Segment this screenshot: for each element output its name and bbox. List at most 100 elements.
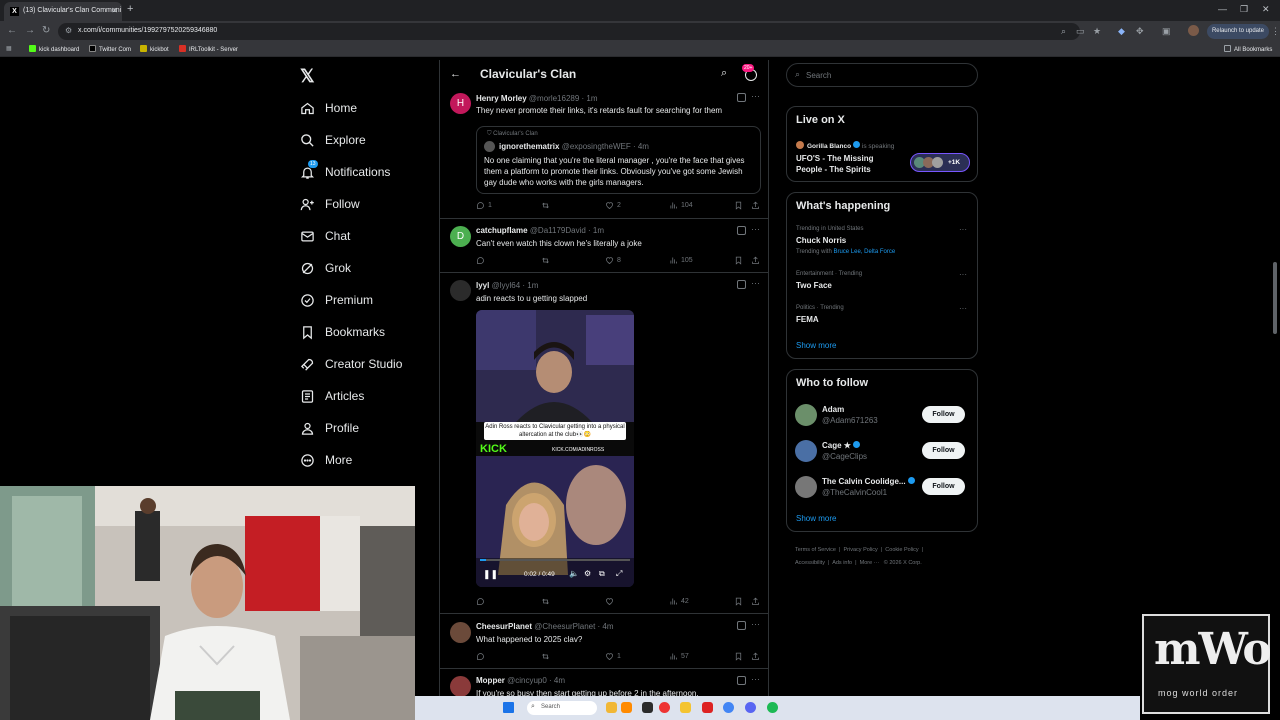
share-button[interactable] — [751, 652, 763, 661]
reply-button[interactable] — [476, 597, 488, 606]
video-progress[interactable] — [480, 559, 630, 561]
taskbar-search[interactable]: ⌕ Search — [527, 701, 597, 715]
quoted-post[interactable]: ⛉ Clavicular's Clan ignorethematrix @exp… — [476, 126, 761, 194]
space-title-line1[interactable]: UFO'S - The Missing — [796, 154, 873, 163]
post-author[interactable]: Henry Morley @morle16289 · 1m — [476, 94, 598, 103]
repost-button[interactable] — [541, 652, 553, 661]
follow-button[interactable]: Follow — [922, 478, 965, 495]
app-icon[interactable] — [621, 702, 632, 713]
post-item[interactable]: CheesurPlanet @CheesurPlanet · 4m ··· Wh… — [440, 614, 768, 669]
obs-icon[interactable] — [659, 702, 670, 713]
search-input[interactable]: ⌕ Search — [786, 63, 978, 87]
post-author[interactable]: catchupflame @Da1179David · 1m — [476, 226, 604, 235]
share-button[interactable] — [751, 256, 763, 265]
search-icon[interactable]: ⌕ — [721, 67, 727, 80]
bookmark-irltoolkit[interactable]: IRLToolkit - Server — [179, 45, 238, 53]
post-item[interactable]: D catchupflame @Da1179David · 1m ··· Can… — [440, 219, 768, 273]
trend-item[interactable]: Trending in United States Chuck Norris T… — [787, 223, 977, 261]
like-button[interactable]: 1 — [605, 652, 621, 661]
relaunch-button[interactable]: Relaunch to update — [1207, 24, 1269, 39]
nav-bookmarks[interactable]: Bookmarks — [298, 319, 385, 345]
windows-start-icon[interactable] — [503, 702, 514, 713]
avatar[interactable]: D — [450, 226, 471, 247]
more-options-icon[interactable]: ··· — [751, 224, 760, 234]
more-options-icon[interactable]: ··· — [751, 674, 760, 684]
space-title-line2[interactable]: People - The Spirits — [796, 165, 871, 174]
more-options-icon[interactable]: ··· — [751, 278, 760, 288]
reply-button[interactable]: 1 — [476, 201, 492, 210]
nav-grok[interactable]: Grok — [298, 255, 351, 281]
bookmark-button[interactable] — [734, 256, 746, 265]
reply-button[interactable] — [476, 256, 488, 265]
browser-tab[interactable]: X (13) Clavicular's Clan Communi ✕ — [4, 2, 122, 21]
follow-button[interactable]: Follow — [922, 406, 965, 423]
more-options-icon[interactable]: ··· — [751, 91, 760, 101]
volume-icon[interactable]: 🔈 — [569, 569, 579, 578]
file-explorer-icon[interactable] — [606, 702, 617, 713]
zoom-icon[interactable]: ⌕ — [1061, 26, 1066, 37]
address-bar[interactable]: ⚙ x.com/i/communities/199279752025934688… — [58, 23, 1080, 40]
avatar[interactable] — [450, 676, 471, 697]
bookmark-kick-dashboard[interactable]: kick dashboard — [29, 45, 79, 53]
footer-link[interactable]: Cookie Policy — [885, 547, 918, 553]
video-player[interactable]: Adin Ross reacts to Clavicular getting i… — [476, 310, 634, 587]
follow-suggestion[interactable]: Adam @Adam671263 Follow — [787, 400, 977, 430]
grok-icon[interactable] — [737, 280, 746, 289]
views-button[interactable]: 57 — [669, 652, 689, 661]
sidepanel-icon[interactable]: ▣ — [1162, 26, 1171, 37]
trend-item[interactable]: Politics · Trending FEMA ··· — [787, 302, 977, 330]
app-icon[interactable] — [702, 702, 713, 713]
show-more-link[interactable]: Show more — [796, 341, 836, 350]
nav-more[interactable]: More — [298, 447, 352, 473]
trend-item[interactable]: Entertainment · Trending Two Face ··· — [787, 268, 977, 296]
more-options-icon[interactable]: ··· — [959, 225, 967, 234]
avatar[interactable] — [795, 476, 817, 498]
nav-follow[interactable]: Follow — [298, 191, 360, 217]
more-options-icon[interactable]: ··· — [959, 304, 967, 313]
post-author[interactable]: CheesurPlanet @CheesurPlanet · 4m — [476, 622, 614, 631]
x-logo-icon[interactable]: 𝕏 — [300, 66, 315, 87]
settings-icon[interactable]: ⚙ — [584, 569, 591, 578]
pause-icon[interactable]: ❚❚ — [483, 569, 498, 580]
footer-link[interactable]: Terms of Service — [795, 547, 836, 553]
nav-notifications[interactable]: 13 Notifications — [298, 159, 390, 185]
like-button[interactable] — [605, 597, 617, 606]
close-tab-icon[interactable]: ✕ — [111, 6, 118, 15]
footer-link[interactable]: Accessibility — [795, 560, 825, 566]
footer-link[interactable]: Ads info — [832, 560, 852, 566]
extension-icon[interactable]: ◆ — [1118, 26, 1125, 37]
avatar[interactable] — [795, 440, 817, 462]
follow-suggestion[interactable]: The Calvin Coolidge... @TheCalvinCool1 F… — [787, 472, 977, 502]
views-button[interactable]: 42 — [669, 597, 689, 606]
nav-creator-studio[interactable]: Creator Studio — [298, 351, 402, 377]
avatar[interactable]: H — [450, 93, 471, 114]
views-button[interactable]: 104 — [669, 201, 693, 210]
reload-icon[interactable]: ↻ — [42, 25, 50, 36]
like-button[interactable]: 2 — [605, 201, 621, 210]
grok-icon[interactable] — [737, 676, 746, 685]
grok-icon[interactable] — [737, 226, 746, 235]
cast-icon[interactable]: ▭ — [1076, 26, 1085, 37]
new-tab-icon[interactable]: + — [127, 3, 133, 15]
bookmark-twitter-com[interactable]: Twitter Com — [89, 45, 131, 53]
page-scrollbar[interactable] — [1273, 262, 1277, 334]
post-item[interactable]: H Henry Morley @morle16289 · 1m ··· They… — [440, 90, 768, 219]
show-more-link[interactable]: Show more — [796, 514, 836, 523]
nav-profile[interactable]: Profile — [298, 415, 359, 441]
bookmark-button[interactable] — [734, 597, 746, 606]
views-button[interactable]: 105 — [669, 256, 693, 265]
profile-avatar[interactable] — [1188, 25, 1199, 36]
space-listeners[interactable]: +1K — [910, 153, 970, 172]
nav-explore[interactable]: Explore — [298, 127, 366, 153]
share-button[interactable] — [751, 597, 763, 606]
maximize-icon[interactable]: ❐ — [1240, 4, 1248, 15]
avatar[interactable] — [450, 280, 471, 301]
minimize-icon[interactable]: — — [1218, 4, 1227, 14]
post-item[interactable]: lyyl @lyyl64 · 1m ··· adin reacts to u g… — [440, 273, 768, 614]
more-options-icon[interactable]: ··· — [959, 270, 967, 279]
nav-home[interactable]: Home — [298, 95, 357, 121]
repost-button[interactable] — [541, 256, 553, 265]
live-host[interactable]: Gorilla Blanco is speaking — [807, 141, 894, 150]
footer-link[interactable]: More ··· — [860, 560, 880, 566]
extensions-puzzle-icon[interactable]: ✥ — [1136, 26, 1144, 37]
